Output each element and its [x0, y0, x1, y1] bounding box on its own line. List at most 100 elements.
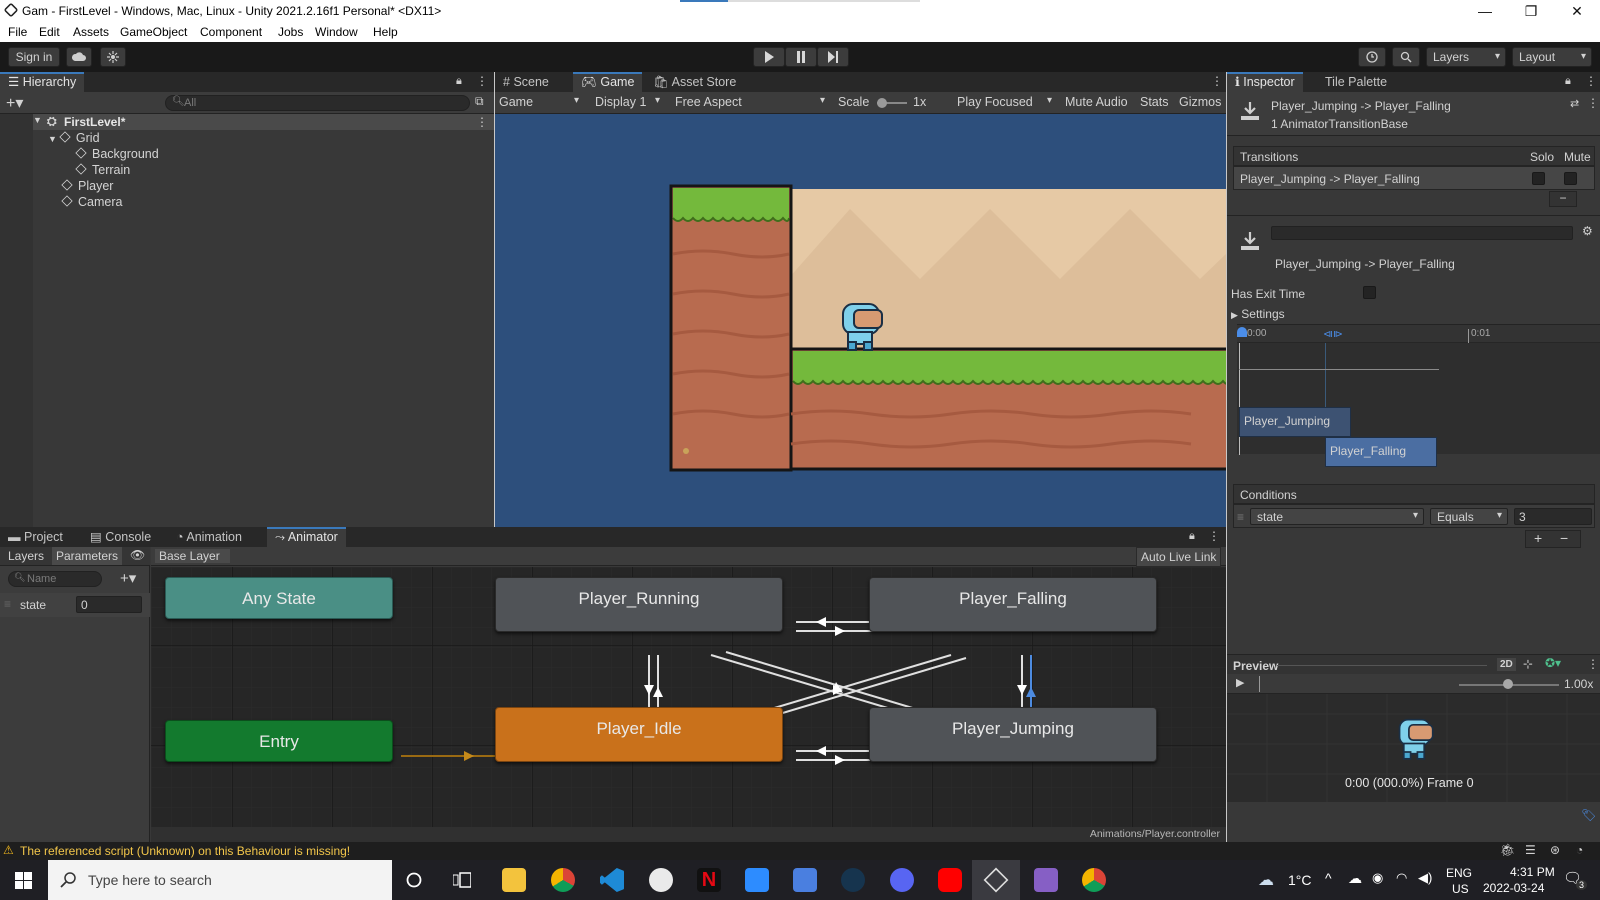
state-entry[interactable]: Entry — [165, 720, 393, 762]
hierarchy-item-terrain[interactable]: Terrain — [75, 162, 130, 178]
gizmos-toggle[interactable]: Gizmos — [1179, 95, 1221, 109]
animator-graph[interactable]: Any State Entry Player_Running Player_Fa… — [151, 567, 1226, 827]
clip-player-jumping[interactable]: Player_Jumping — [1239, 407, 1351, 437]
hierarchy-item-camera[interactable]: Camera — [61, 194, 122, 210]
kebab-menu-icon[interactable]: ⋮ — [1208, 529, 1220, 543]
play-focused-dropdown[interactable]: Play Focused — [957, 95, 1057, 109]
tab-scene[interactable]: # Scene — [495, 72, 557, 92]
clock-time[interactable]: 4:31 PM — [1510, 865, 1555, 879]
preset-icon[interactable]: ⇄ — [1570, 97, 1579, 110]
github-icon[interactable] — [649, 868, 673, 892]
cloud-button[interactable] — [66, 47, 92, 67]
task-view-icon[interactable] — [453, 872, 471, 888]
language-secondary[interactable]: US — [1452, 882, 1469, 896]
file-explorer-icon[interactable] — [502, 868, 526, 892]
parameter-search-input[interactable]: 🔍︎ Name — [8, 571, 102, 587]
state-player-jumping[interactable]: Player_Jumping — [869, 707, 1157, 762]
clock-date[interactable]: 2022-03-24 — [1483, 881, 1544, 895]
kebab-menu-icon[interactable]: ⋮ — [1587, 96, 1599, 110]
asset-label-icon[interactable]: 🏷︎ — [1581, 808, 1596, 822]
layout-dropdown[interactable]: Layout — [1512, 47, 1592, 67]
display-dropdown[interactable]: Display 1 — [595, 95, 665, 109]
kebab-menu-icon[interactable]: ⋮ — [1211, 74, 1223, 88]
preview-scrubber[interactable] — [1259, 676, 1260, 692]
timeline-start-marker[interactable] — [1237, 327, 1247, 337]
kebab-menu-icon[interactable]: ⋮ — [1587, 657, 1599, 671]
add-object-button[interactable]: +▾ — [6, 93, 23, 113]
lock-icon[interactable]: 🔒︎ — [456, 75, 462, 88]
menu-window[interactable]: Window — [315, 25, 358, 39]
menu-help[interactable]: Help — [373, 25, 398, 39]
auto-live-link-toggle[interactable]: Auto Live Link — [1136, 547, 1222, 567]
game-view-dropdown[interactable]: Game — [499, 95, 584, 109]
menu-assets[interactable]: Assets — [73, 25, 109, 39]
discord-icon[interactable] — [890, 868, 914, 892]
steam-icon[interactable] — [841, 868, 865, 892]
progress-icon[interactable]: ◔ — [1576, 843, 1583, 857]
play-button[interactable] — [753, 47, 785, 67]
state-player-falling[interactable]: Player_Falling — [869, 577, 1157, 632]
tab-animator[interactable]: ⤳ Animator — [267, 527, 346, 547]
close-button[interactable]: ✕ — [1554, 0, 1600, 22]
hierarchy-item-player[interactable]: Player — [61, 178, 113, 194]
hierarchy-search-input[interactable]: 🔍︎ All — [165, 95, 470, 111]
network-icon[interactable]: ⊛ — [1550, 843, 1560, 857]
onedrive-icon[interactable]: ☁ — [1348, 870, 1362, 887]
editor-app-icon[interactable] — [793, 868, 817, 892]
condition-operator-dropdown[interactable]: Equals — [1430, 508, 1508, 525]
solo-checkbox[interactable] — [1532, 172, 1545, 185]
chrome-icon[interactable] — [1082, 868, 1106, 892]
layers-tab[interactable]: Layers — [8, 549, 44, 563]
transition-name-field[interactable] — [1271, 226, 1573, 240]
collab-button[interactable] — [100, 47, 126, 67]
vscode-icon[interactable] — [600, 868, 624, 892]
remove-transition-button[interactable]: − — [1549, 191, 1577, 207]
condition-value-input[interactable]: 3 — [1514, 508, 1592, 525]
hierarchy-item-background[interactable]: Background — [75, 146, 159, 162]
menu-file[interactable]: File — [8, 25, 27, 39]
scene-visibility-icon[interactable]: ⧉ — [475, 94, 484, 109]
menu-edit[interactable]: Edit — [39, 25, 60, 39]
cortana-icon[interactable] — [406, 872, 422, 888]
sign-in-button[interactable]: Sign in — [8, 47, 60, 67]
pivot-icon[interactable]: ⊹ — [1523, 657, 1533, 671]
discord-tray-icon[interactable]: ◉ — [1372, 870, 1383, 886]
maximize-button[interactable]: ❐ — [1508, 0, 1554, 22]
state-any-state[interactable]: Any State — [165, 577, 393, 619]
chrome-icon[interactable] — [551, 868, 575, 892]
menu-component[interactable]: Component — [200, 25, 262, 39]
tab-console[interactable]: ▤ Console — [82, 527, 159, 547]
menu-gameobject[interactable]: GameObject — [120, 25, 187, 39]
unity-taskbar-active[interactable] — [972, 860, 1020, 900]
step-button[interactable] — [817, 47, 849, 67]
eye-icon[interactable]: 👁︎ — [130, 548, 145, 562]
netflix-icon[interactable]: N — [697, 868, 721, 892]
tab-game[interactable]: 🎮︎ Game — [573, 72, 643, 92]
state-player-idle[interactable]: Player_Idle — [495, 707, 783, 762]
drag-handle-icon[interactable]: ≡ — [1237, 510, 1244, 524]
language-primary[interactable]: ENG — [1446, 866, 1472, 880]
menu-jobs[interactable]: Jobs — [278, 25, 303, 39]
breadcrumb[interactable]: Base Layer — [155, 549, 230, 563]
minimize-button[interactable]: — — [1462, 0, 1508, 22]
status-message[interactable]: The referenced script (Unknown) on this … — [20, 844, 350, 858]
weather-temp[interactable]: 1°C — [1288, 872, 1312, 888]
scale-slider-handle[interactable] — [877, 98, 887, 108]
expand-arrow-icon[interactable]: ▼ — [33, 115, 42, 125]
mute-checkbox[interactable] — [1564, 172, 1577, 185]
preview-play-icon[interactable]: ▶ — [1236, 676, 1244, 689]
windows-start-icon[interactable] — [15, 872, 32, 889]
mute-audio-toggle[interactable]: Mute Audio — [1065, 95, 1128, 109]
lock-icon[interactable]: 🔒︎ — [1189, 530, 1195, 543]
wifi-icon[interactable]: ◠ — [1396, 870, 1407, 886]
lock-icon[interactable]: 🔒︎ — [1565, 75, 1571, 88]
transition-range-marker[interactable]: ⧏⧐ — [1323, 329, 1343, 340]
zoom-icon[interactable] — [745, 868, 769, 892]
gear-icon[interactable]: ⚙ — [1582, 224, 1593, 238]
parameter-value-input[interactable]: 0 — [76, 596, 142, 613]
history-button[interactable] — [1358, 47, 1386, 67]
stats-toggle[interactable]: Stats — [1140, 95, 1169, 109]
tab-animation[interactable]: ◔ Animation — [168, 527, 250, 547]
transition-row[interactable]: Player_Jumping -> Player_Falling — [1233, 166, 1595, 190]
state-player-running[interactable]: Player_Running — [495, 577, 783, 632]
